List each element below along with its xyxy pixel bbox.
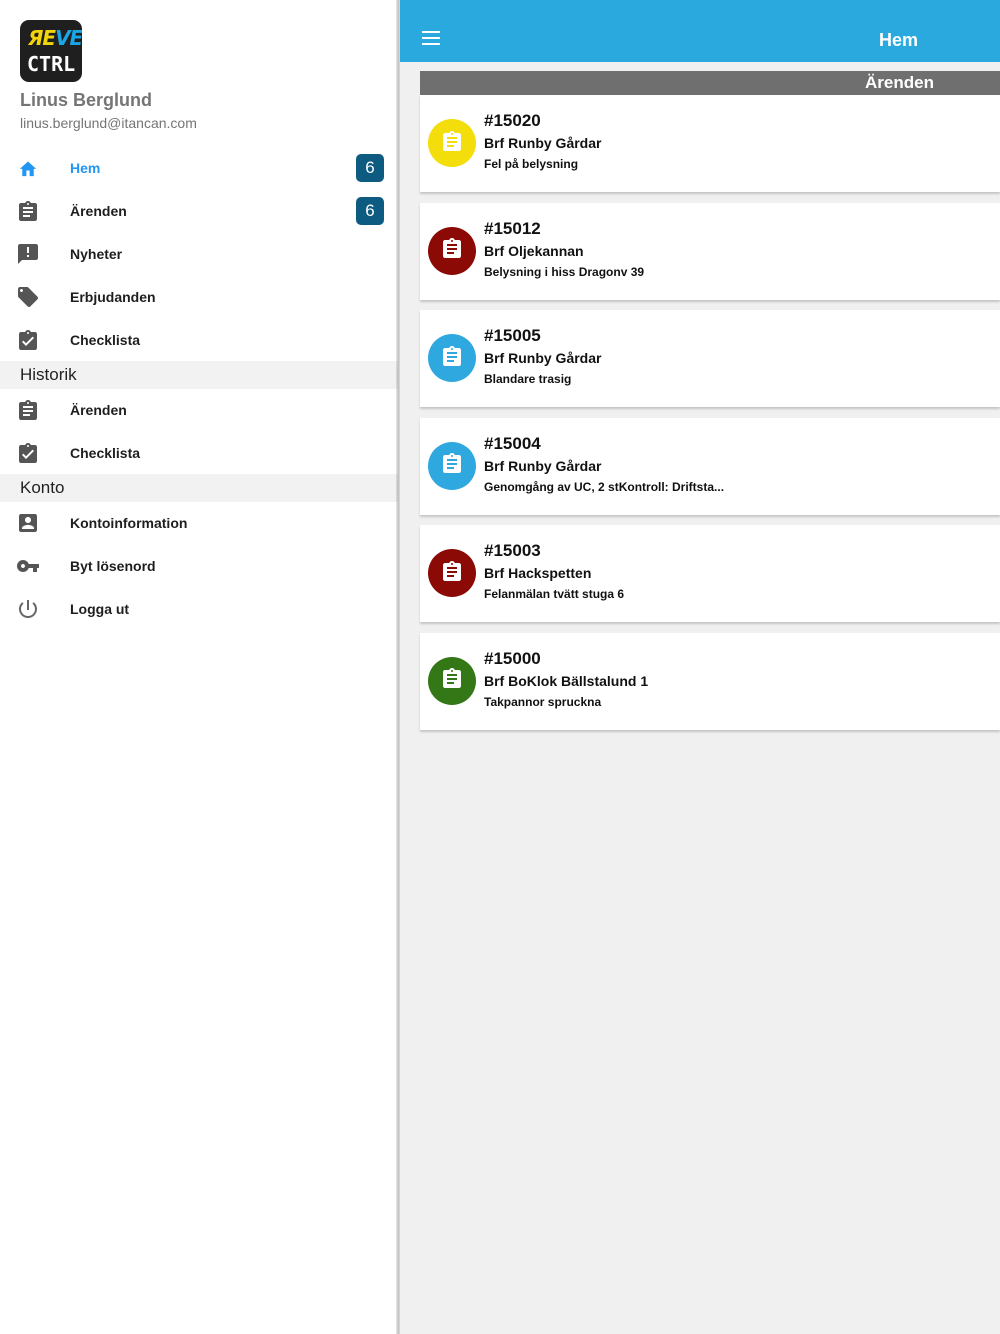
case-title: Brf Hackspetten <box>484 565 592 581</box>
page-title: Hem <box>878 30 918 50</box>
sidebar-item-label: Checklista <box>70 331 141 348</box>
clipboard-icon <box>17 399 39 421</box>
sidebar-item-label: Kontoinformation <box>70 514 188 531</box>
account-box-icon <box>17 512 39 534</box>
sidebar-item-label: Checklista <box>70 444 141 461</box>
key-icon <box>17 555 39 577</box>
clipboard-icon <box>443 345 461 371</box>
announcement-icon <box>17 243 39 265</box>
sidebar-item-nyheter[interactable]: Nyheter <box>0 232 398 275</box>
sidebar-item-erbjudanden[interactable]: Erbjudanden <box>0 275 398 318</box>
case-description: Takpannor spruckna <box>484 694 602 709</box>
clipboard-check-icon <box>17 329 39 351</box>
sidebar-item-label: Ärenden <box>70 401 127 418</box>
case-number: #15004 <box>484 433 541 453</box>
user-name: Linus Berglund <box>20 90 152 110</box>
clipboard-icon <box>443 453 461 478</box>
power-icon <box>17 598 39 620</box>
case-card[interactable]: #15003 Brf Hackspetten Felanmälan tvätt st… <box>420 525 1000 622</box>
count-badge: 6 <box>356 153 384 182</box>
sidebar-item-checklista[interactable]: Checklista <box>0 318 398 361</box>
sidebar-item-historik-checklista[interactable]: Checklista <box>0 431 398 474</box>
tag-icon <box>17 286 39 308</box>
sidebar-item-logga-ut[interactable]: Logga ut <box>0 587 398 630</box>
sidebar-item-kontoinformation[interactable]: Kontoinformation <box>0 501 398 544</box>
case-avatar <box>428 334 476 382</box>
count-badge: 6 <box>356 196 384 225</box>
case-number: #15005 <box>484 326 541 345</box>
case-description: Fel på belysning <box>484 157 579 171</box>
case-avatar <box>428 656 476 705</box>
clipboard-icon <box>17 200 39 222</box>
clipboard-icon <box>443 238 461 263</box>
section-title-arenden: Ärenden <box>420 71 1000 95</box>
case-card[interactable]: #15012 Brf Oljekannan Belysning i hiss Dra… <box>420 202 1000 300</box>
home-icon <box>17 157 39 179</box>
user-email: linus.berglund@itancan.com <box>20 115 197 131</box>
sidebar-item-label: Nyheter <box>70 245 123 262</box>
sidebar-item-label: Ärenden <box>70 202 127 219</box>
case-card[interactable]: #15004 Brf Runby Gårdar Genomgång av UC, 2… <box>420 417 1000 515</box>
sidebar-item-label: Erbjudanden <box>70 288 156 305</box>
main-content: Hem Ärenden #15020 Brf Runby Gårdar Fel på… <box>400 0 1000 1334</box>
case-title: Brf Runby Gårdar <box>484 457 602 474</box>
clipboard-check-icon <box>17 442 39 464</box>
case-avatar <box>428 119 476 167</box>
case-number: #15012 <box>484 218 541 238</box>
case-number: #15020 <box>484 111 541 130</box>
sidebar-item-label: Hem <box>70 159 101 176</box>
case-description: Felanmälan tvätt stuga 6 <box>484 587 625 601</box>
sidebar-item-arenden[interactable]: Ärenden 6 <box>0 189 398 232</box>
case-avatar <box>428 549 476 597</box>
section-header-historik: Historik <box>0 361 398 389</box>
case-description: Blandare trasig <box>484 372 572 386</box>
case-avatar <box>428 441 476 490</box>
case-card[interactable]: #15000 Brf BoKlok Bällstalund 1 Takpannor … <box>420 632 1000 730</box>
case-card[interactable]: #15020 Brf Runby Gårdar Fel på belysning <box>420 95 1000 192</box>
sidebar-item-historik-arenden[interactable]: Ärenden <box>0 388 398 431</box>
case-title: Brf Oljekannan <box>484 242 584 259</box>
case-description: Genomgång av UC, 2 stKontroll: Driftsta.… <box>484 479 725 494</box>
sidebar-item-byt-losenord[interactable]: Byt lösenord <box>0 544 398 587</box>
case-avatar <box>428 226 476 275</box>
app-logo: ЯEVE CTRL <box>20 20 82 82</box>
case-title: Brf Runby Gårdar <box>484 135 602 151</box>
case-card[interactable]: #15005 Brf Runby Gårdar Blandare trasig <box>420 310 1000 407</box>
sidebar-item-label: Byt lösenord <box>70 557 156 574</box>
sidebar-item-hem[interactable]: Hem 6 <box>0 146 398 189</box>
clipboard-icon <box>443 130 461 156</box>
section-header-konto: Konto <box>0 474 398 502</box>
app-bar: Hem <box>400 0 1000 62</box>
clipboard-icon <box>443 560 461 586</box>
case-title: Brf Runby Gårdar <box>484 350 602 366</box>
sidebar-item-label: Logga ut <box>70 600 130 617</box>
clipboard-icon <box>443 668 461 693</box>
case-description: Belysning i hiss Dragonv 39 <box>484 264 645 279</box>
case-number: #15000 <box>484 648 541 668</box>
case-number: #15003 <box>484 541 541 560</box>
case-title: Brf BoKlok Bällstalund 1 <box>484 672 649 689</box>
sidebar: ЯEVE CTRL Linus Berglund linus.berglund@… <box>0 0 398 1334</box>
